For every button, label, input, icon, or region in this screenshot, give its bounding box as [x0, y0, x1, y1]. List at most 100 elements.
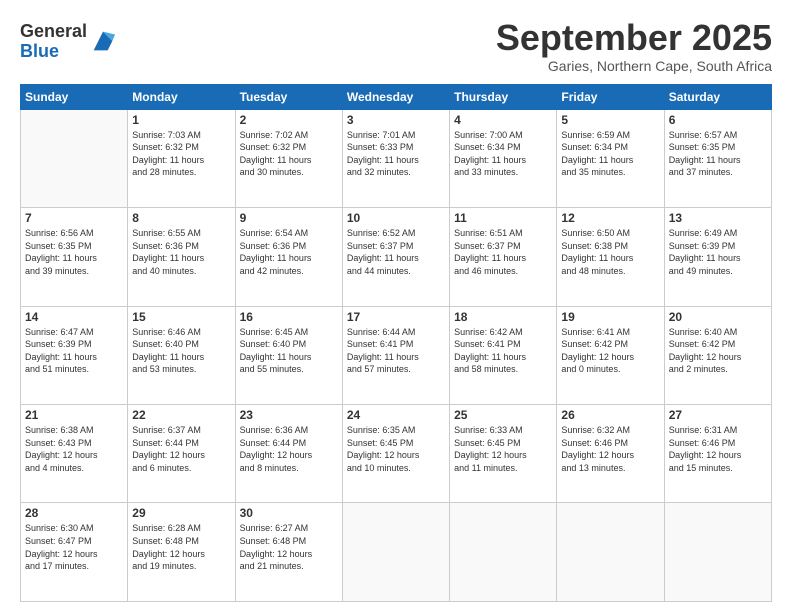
logo-general: General [20, 22, 87, 42]
day-info: Sunrise: 6:45 AM Sunset: 6:40 PM Dayligh… [240, 326, 338, 376]
calendar-cell: 6 Sunrise: 6:57 AM Sunset: 6:35 PM Daylig… [664, 109, 771, 207]
day-info: Sunrise: 6:33 AM Sunset: 6:45 PM Dayligh… [454, 424, 552, 474]
day-info: Sunrise: 6:56 AM Sunset: 6:35 PM Dayligh… [25, 227, 123, 277]
day-number: 5 [561, 113, 659, 127]
logo-icon [89, 27, 117, 55]
day-number: 30 [240, 506, 338, 520]
calendar-cell: 27 Sunrise: 6:31 AM Sunset: 6:46 PM Dayli… [664, 405, 771, 503]
day-number: 7 [25, 211, 123, 225]
calendar-week-1: 1 Sunrise: 7:03 AM Sunset: 6:32 PM Daylig… [21, 109, 772, 207]
day-number: 26 [561, 408, 659, 422]
calendar-cell: 17Sunrise: 6:44 AM Sunset: 6:41 PM Dayli… [342, 306, 449, 404]
day-number: 23 [240, 408, 338, 422]
calendar-cell [342, 503, 449, 602]
day-number: 16 [240, 310, 338, 324]
calendar-cell: 15Sunrise: 6:46 AM Sunset: 6:40 PM Dayli… [128, 306, 235, 404]
calendar-cell: 24Sunrise: 6:35 AM Sunset: 6:45 PM Dayli… [342, 405, 449, 503]
logo-text: General Blue [20, 22, 87, 62]
calendar-dow-wednesday: Wednesday [342, 84, 449, 109]
month-title: September 2025 [496, 18, 772, 58]
day-info: Sunrise: 6:38 AM Sunset: 6:43 PM Dayligh… [25, 424, 123, 474]
day-info: Sunrise: 6:35 AM Sunset: 6:45 PM Dayligh… [347, 424, 445, 474]
calendar-dow-thursday: Thursday [450, 84, 557, 109]
calendar-cell: 29Sunrise: 6:28 AM Sunset: 6:48 PM Dayli… [128, 503, 235, 602]
day-number: 19 [561, 310, 659, 324]
day-info: Sunrise: 6:49 AM Sunset: 6:39 PM Dayligh… [669, 227, 767, 277]
calendar-dow-friday: Friday [557, 84, 664, 109]
day-number: 6 [669, 113, 767, 127]
day-info: Sunrise: 7:00 AM Sunset: 6:34 PM Dayligh… [454, 129, 552, 179]
calendar-cell: 14 Sunrise: 6:47 AM Sunset: 6:39 PM Dayli… [21, 306, 128, 404]
day-number: 22 [132, 408, 230, 422]
day-info: Sunrise: 6:50 AM Sunset: 6:38 PM Dayligh… [561, 227, 659, 277]
calendar-cell: 7 Sunrise: 6:56 AM Sunset: 6:35 PM Daylig… [21, 208, 128, 306]
day-info: Sunrise: 6:30 AM Sunset: 6:47 PM Dayligh… [25, 522, 123, 572]
calendar-cell: 3Sunrise: 7:01 AM Sunset: 6:33 PM Daylig… [342, 109, 449, 207]
calendar-cell [450, 503, 557, 602]
day-info: Sunrise: 6:37 AM Sunset: 6:44 PM Dayligh… [132, 424, 230, 474]
day-number: 2 [240, 113, 338, 127]
day-info: Sunrise: 6:32 AM Sunset: 6:46 PM Dayligh… [561, 424, 659, 474]
day-info: Sunrise: 6:51 AM Sunset: 6:37 PM Dayligh… [454, 227, 552, 277]
calendar-cell: 26 Sunrise: 6:32 AM Sunset: 6:46 PM Dayli… [557, 405, 664, 503]
logo: General Blue [20, 22, 117, 62]
day-number: 8 [132, 211, 230, 225]
day-info: Sunrise: 6:40 AM Sunset: 6:42 PM Dayligh… [669, 326, 767, 376]
calendar-cell [664, 503, 771, 602]
calendar-cell: 20 Sunrise: 6:40 AM Sunset: 6:42 PM Dayli… [664, 306, 771, 404]
calendar-cell: 11 Sunrise: 6:51 AM Sunset: 6:37 PM Dayli… [450, 208, 557, 306]
calendar-cell: 21 Sunrise: 6:38 AM Sunset: 6:43 PM Dayli… [21, 405, 128, 503]
calendar-cell: 19 Sunrise: 6:41 AM Sunset: 6:42 PM Dayli… [557, 306, 664, 404]
calendar-cell: 25Sunrise: 6:33 AM Sunset: 6:45 PM Dayli… [450, 405, 557, 503]
day-number: 11 [454, 211, 552, 225]
day-number: 9 [240, 211, 338, 225]
calendar-cell: 23 Sunrise: 6:36 AM Sunset: 6:44 PM Dayli… [235, 405, 342, 503]
calendar-table: SundayMondayTuesdayWednesdayThursdayFrid… [20, 84, 772, 602]
day-number: 13 [669, 211, 767, 225]
calendar-cell: 8 Sunrise: 6:55 AM Sunset: 6:36 PM Daylig… [128, 208, 235, 306]
calendar-week-2: 7 Sunrise: 6:56 AM Sunset: 6:35 PM Daylig… [21, 208, 772, 306]
calendar-cell: 5 Sunrise: 6:59 AM Sunset: 6:34 PM Daylig… [557, 109, 664, 207]
calendar-cell: 18 Sunrise: 6:42 AM Sunset: 6:41 PM Dayli… [450, 306, 557, 404]
calendar-cell: 4Sunrise: 7:00 AM Sunset: 6:34 PM Daylig… [450, 109, 557, 207]
day-info: Sunrise: 7:01 AM Sunset: 6:33 PM Dayligh… [347, 129, 445, 179]
logo-blue: Blue [20, 42, 87, 62]
calendar-cell: 30Sunrise: 6:27 AM Sunset: 6:48 PM Dayli… [235, 503, 342, 602]
day-info: Sunrise: 6:54 AM Sunset: 6:36 PM Dayligh… [240, 227, 338, 277]
calendar-dow-saturday: Saturday [664, 84, 771, 109]
calendar-cell: 22 Sunrise: 6:37 AM Sunset: 6:44 PM Dayli… [128, 405, 235, 503]
calendar-cell: 12 Sunrise: 6:50 AM Sunset: 6:38 PM Dayli… [557, 208, 664, 306]
day-info: Sunrise: 6:28 AM Sunset: 6:48 PM Dayligh… [132, 522, 230, 572]
day-number: 14 [25, 310, 123, 324]
day-info: Sunrise: 6:42 AM Sunset: 6:41 PM Dayligh… [454, 326, 552, 376]
calendar-cell: 10Sunrise: 6:52 AM Sunset: 6:37 PM Dayli… [342, 208, 449, 306]
day-number: 18 [454, 310, 552, 324]
day-number: 1 [132, 113, 230, 127]
day-number: 27 [669, 408, 767, 422]
day-number: 15 [132, 310, 230, 324]
day-number: 20 [669, 310, 767, 324]
day-info: Sunrise: 6:57 AM Sunset: 6:35 PM Dayligh… [669, 129, 767, 179]
day-number: 21 [25, 408, 123, 422]
day-number: 12 [561, 211, 659, 225]
day-info: Sunrise: 6:47 AM Sunset: 6:39 PM Dayligh… [25, 326, 123, 376]
day-info: Sunrise: 6:36 AM Sunset: 6:44 PM Dayligh… [240, 424, 338, 474]
header: General Blue September 2025 Garies, Nort… [20, 18, 772, 74]
page: General Blue September 2025 Garies, Nort… [0, 0, 792, 612]
calendar-dow-tuesday: Tuesday [235, 84, 342, 109]
calendar-cell: 13 Sunrise: 6:49 AM Sunset: 6:39 PM Dayli… [664, 208, 771, 306]
day-info: Sunrise: 6:44 AM Sunset: 6:41 PM Dayligh… [347, 326, 445, 376]
day-number: 28 [25, 506, 123, 520]
calendar-cell: 28 Sunrise: 6:30 AM Sunset: 6:47 PM Dayli… [21, 503, 128, 602]
calendar-cell: 2Sunrise: 7:02 AM Sunset: 6:32 PM Daylig… [235, 109, 342, 207]
day-info: Sunrise: 6:59 AM Sunset: 6:34 PM Dayligh… [561, 129, 659, 179]
day-info: Sunrise: 6:41 AM Sunset: 6:42 PM Dayligh… [561, 326, 659, 376]
calendar-week-4: 21 Sunrise: 6:38 AM Sunset: 6:43 PM Dayli… [21, 405, 772, 503]
day-info: Sunrise: 6:31 AM Sunset: 6:46 PM Dayligh… [669, 424, 767, 474]
day-info: Sunrise: 7:03 AM Sunset: 6:32 PM Dayligh… [132, 129, 230, 179]
day-info: Sunrise: 6:55 AM Sunset: 6:36 PM Dayligh… [132, 227, 230, 277]
title-section: September 2025 Garies, Northern Cape, So… [496, 18, 772, 74]
calendar-cell: 1 Sunrise: 7:03 AM Sunset: 6:32 PM Daylig… [128, 109, 235, 207]
day-info: Sunrise: 6:52 AM Sunset: 6:37 PM Dayligh… [347, 227, 445, 277]
calendar-dow-monday: Monday [128, 84, 235, 109]
